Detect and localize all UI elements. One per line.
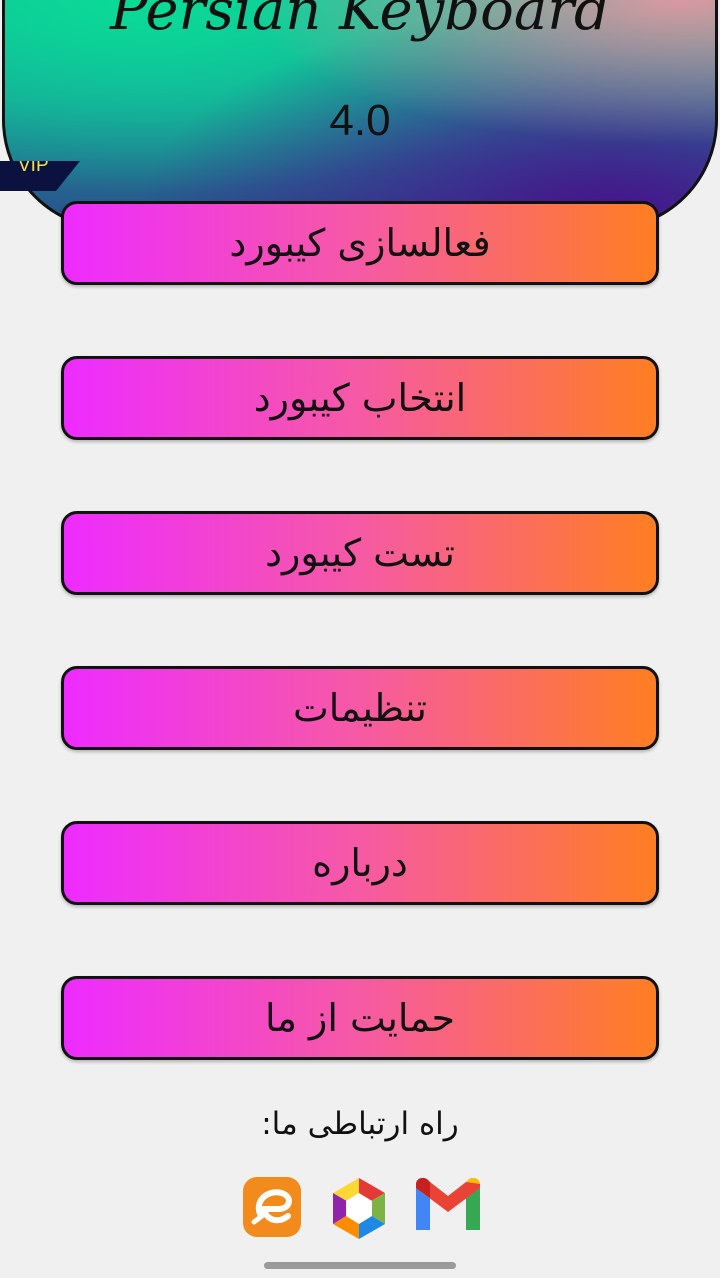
support-us-button[interactable]: حمایت از ما bbox=[61, 976, 659, 1060]
rubika-icon[interactable] bbox=[327, 1176, 391, 1242]
app-version: 4.0 bbox=[329, 96, 391, 145]
vip-badge-label: VIP bbox=[18, 161, 49, 176]
gmail-icon[interactable] bbox=[412, 1176, 484, 1234]
contact-label: راه ارتباطی ما: bbox=[261, 1106, 459, 1142]
settings-button[interactable]: تنظیمات bbox=[61, 666, 659, 750]
activate-keyboard-button[interactable]: فعالسازی کیبورد bbox=[61, 201, 659, 285]
home-indicator[interactable] bbox=[264, 1262, 456, 1269]
app-header: Persian Keyboard 4.0 bbox=[2, 0, 718, 230]
eitaa-icon[interactable] bbox=[242, 1176, 302, 1238]
select-keyboard-button[interactable]: انتخاب کیبورد bbox=[61, 356, 659, 440]
app-title: Persian Keyboard bbox=[110, 0, 610, 43]
about-button[interactable]: درباره bbox=[61, 821, 659, 905]
test-keyboard-button[interactable]: تست کیبورد bbox=[61, 511, 659, 595]
